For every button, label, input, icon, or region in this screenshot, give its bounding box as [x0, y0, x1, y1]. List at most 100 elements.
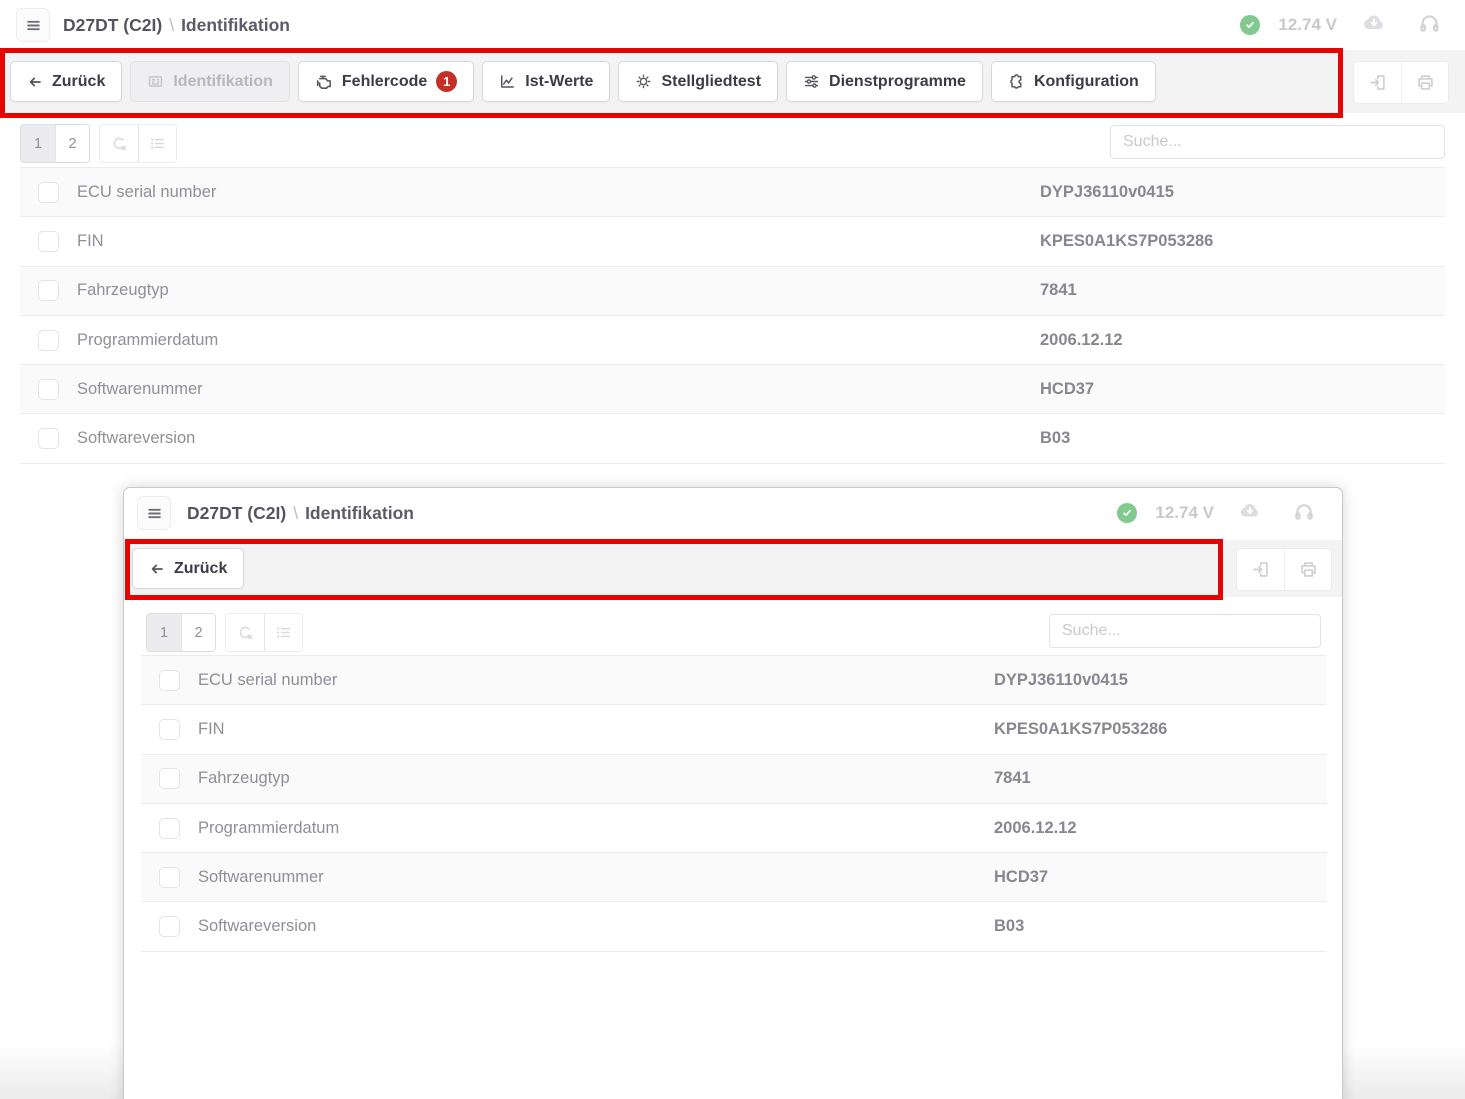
row-checkbox[interactable] [38, 182, 59, 203]
breadcrumb-page: Identifikation [305, 503, 414, 524]
table-row[interactable]: FIN KPES0A1KS7P053286 [141, 705, 1327, 754]
breadcrumb-device: D27DT (C2I) [187, 503, 286, 524]
tab-identifikation: Identifikation [130, 61, 290, 102]
connection-ok-badge [1117, 503, 1137, 523]
row-checkbox[interactable] [159, 818, 180, 839]
table-row[interactable]: ECU serial number DYPJ36110v0415 [141, 656, 1327, 705]
tab-fehlercode[interactable]: Fehlercode 1 [298, 61, 474, 102]
page-1-button[interactable]: 1 [147, 614, 181, 651]
print-button[interactable] [1401, 62, 1448, 103]
search-input[interactable] [1110, 125, 1445, 159]
row-checkbox[interactable] [159, 867, 180, 888]
headphones-icon[interactable] [1418, 11, 1441, 39]
breadcrumb: D27DT (C2I) \ Identifikation [63, 0, 290, 50]
hamburger-menu-icon [25, 17, 42, 34]
row-checkbox[interactable] [38, 280, 59, 301]
error-count-badge: 1 [436, 71, 457, 92]
table-row[interactable]: Softwareversion B03 [20, 414, 1445, 463]
row-value: 7841 [1040, 281, 1077, 300]
tab-label: Identifikation [173, 73, 273, 91]
page-2-button[interactable]: 2 [55, 125, 89, 162]
clear-selection-button[interactable] [226, 614, 264, 651]
main-pagination: 1 2 [20, 124, 177, 163]
row-label: FIN [77, 232, 104, 251]
clear-selection-button[interactable] [100, 125, 138, 162]
table-row[interactable]: Programmierdatum 2006.12.12 [141, 804, 1327, 853]
bulb-rays-icon [635, 73, 652, 90]
search-input[interactable] [1049, 614, 1321, 648]
page-2-button[interactable]: 2 [181, 614, 215, 651]
table-row[interactable]: Fahrzeugtyp 7841 [20, 267, 1445, 316]
hamburger-menu-button[interactable] [16, 8, 50, 42]
tab-stellgliedtest[interactable]: Stellgliedtest [618, 61, 778, 102]
hamburger-menu-icon [146, 505, 163, 522]
clear-selection-icon [237, 624, 254, 641]
row-value: DYPJ36110v0415 [1040, 183, 1174, 202]
check-circle-icon [1120, 506, 1134, 520]
row-value: 2006.12.12 [1040, 331, 1123, 350]
row-checkbox[interactable] [159, 719, 180, 740]
row-label: Fahrzeugtyp [198, 769, 290, 788]
list-view-button[interactable] [264, 614, 302, 651]
row-label: FIN [198, 720, 225, 739]
print-button[interactable] [1284, 549, 1331, 590]
hamburger-menu-button[interactable] [137, 496, 171, 530]
puzzle-icon [1008, 73, 1025, 90]
list-view-button[interactable] [138, 125, 176, 162]
list-view-icon [149, 135, 166, 152]
export-button[interactable] [1354, 62, 1401, 103]
battery-voltage: 12.74 V [1155, 503, 1214, 523]
row-value: KPES0A1KS7P053286 [1040, 232, 1213, 251]
tab-konfiguration[interactable]: Konfiguration [991, 61, 1156, 102]
row-checkbox[interactable] [159, 916, 180, 937]
row-label: ECU serial number [77, 183, 216, 202]
row-label: Softwarenummer [198, 868, 324, 887]
back-button[interactable]: Zurück [10, 61, 122, 102]
breadcrumb: D27DT (C2I) \ Identifikation [187, 488, 414, 538]
table-row[interactable]: Softwarenummer HCD37 [141, 853, 1327, 902]
view-button-group [99, 124, 177, 163]
row-checkbox[interactable] [38, 428, 59, 449]
table-row[interactable]: FIN KPES0A1KS7P053286 [20, 217, 1445, 266]
row-label: ECU serial number [198, 671, 337, 690]
table-row[interactable]: Programmierdatum 2006.12.12 [20, 316, 1445, 365]
headphones-icon[interactable] [1293, 500, 1315, 527]
row-checkbox[interactable] [38, 231, 59, 252]
row-value: HCD37 [1040, 380, 1094, 399]
table-row[interactable]: ECU serial number DYPJ36110v0415 [20, 168, 1445, 217]
overlay-data-table: ECU serial number DYPJ36110v0415 FIN KPE… [141, 655, 1327, 952]
row-label: Programmierdatum [198, 819, 339, 838]
main-header: D27DT (C2I) \ Identifikation 12.74 V [0, 0, 1465, 50]
export-icon [1251, 560, 1270, 579]
row-checkbox[interactable] [38, 330, 59, 351]
row-value: DYPJ36110v0415 [994, 671, 1128, 690]
table-row[interactable]: Fahrzeugtyp 7841 [141, 755, 1327, 804]
breadcrumb-separator: \ [169, 15, 174, 36]
back-button[interactable]: Zurück [132, 548, 244, 589]
battery-voltage: 12.74 V [1278, 15, 1337, 35]
overlay-toolbar-strip [124, 540, 1342, 597]
export-button[interactable] [1237, 549, 1284, 590]
overlay-window: D27DT (C2I) \ Identifikation 12.74 V [123, 487, 1343, 1099]
cloud-download-icon[interactable] [1361, 10, 1386, 40]
row-label: Softwareversion [77, 429, 195, 448]
page-1-button[interactable]: 1 [21, 125, 55, 162]
row-checkbox[interactable] [38, 379, 59, 400]
tab-label: Konfiguration [1034, 73, 1139, 91]
row-value: B03 [1040, 429, 1070, 448]
row-checkbox[interactable] [159, 670, 180, 691]
tab-label: Fehlercode [342, 73, 427, 91]
tab-dienstprogramme[interactable]: Dienstprogramme [786, 61, 983, 102]
main-data-table: ECU serial number DYPJ36110v0415 FIN KPE… [20, 167, 1445, 464]
table-row[interactable]: Softwarenummer HCD37 [20, 365, 1445, 414]
view-button-group [225, 613, 303, 652]
arrow-left-icon [27, 74, 43, 90]
cloud-download-icon[interactable] [1238, 499, 1261, 527]
tab-ist-werte[interactable]: Ist-Werte [482, 61, 610, 102]
row-checkbox[interactable] [159, 768, 180, 789]
check-circle-icon [1243, 18, 1257, 32]
main-action-icons [1353, 61, 1449, 104]
table-row[interactable]: Softwareversion B03 [141, 902, 1327, 951]
engine-icon [315, 73, 333, 91]
row-label: Softwareversion [198, 917, 316, 936]
